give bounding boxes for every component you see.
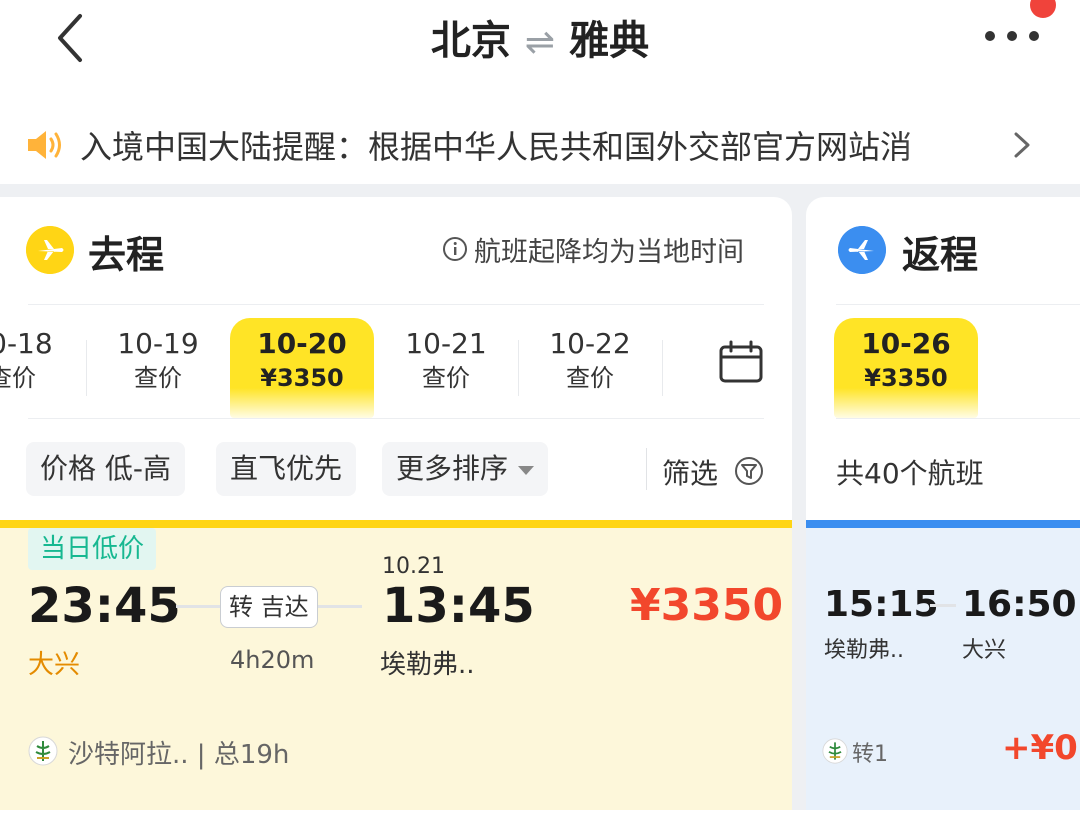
return-transfer-count: 转1 [852, 742, 888, 767]
chevron-right-icon[interactable] [1010, 128, 1034, 162]
departure-airport: 大兴 [28, 650, 81, 680]
return-plane-icon [838, 226, 886, 274]
date-price: 查价 [0, 364, 36, 392]
date-tab[interactable]: 10-19 查价 [86, 318, 230, 418]
divider [28, 304, 764, 305]
return-date-tab-selected[interactable]: 10-26 ¥3350 [834, 318, 978, 418]
divider [28, 418, 764, 419]
return-title: 返程 [902, 233, 979, 277]
date-price: ¥3350 [864, 364, 948, 392]
divider [662, 340, 663, 396]
date-label: 10-19 [117, 327, 199, 360]
filter-icon[interactable] [734, 456, 764, 486]
date-label: 10-21 [405, 327, 487, 360]
destination-city: 雅典 [569, 18, 650, 64]
direct-first-button[interactable]: 直飞优先 [216, 442, 357, 496]
airline-info: 沙特阿拉.. | 总19h [68, 740, 290, 770]
date-price: ¥3350 [260, 364, 344, 392]
date-label: 10-18 [0, 327, 53, 360]
origin-city: 北京 [430, 18, 511, 64]
date-price: 查价 [134, 364, 182, 392]
flight-price: ¥3350 [630, 580, 784, 631]
filter-button[interactable]: 筛选 [662, 452, 718, 492]
outbound-title: 去程 [88, 233, 165, 277]
notice-text: 入境中国大陆提醒：根据中华人民共和国外交部官方网站消 [80, 128, 913, 166]
route-line [930, 604, 956, 607]
arrival-date: 10.21 [382, 554, 445, 579]
calendar-icon[interactable] [718, 340, 764, 384]
airline-logo-icon [822, 738, 848, 764]
more-sort-label: 更多排序 [396, 452, 509, 485]
return-arrival-time: 16:50 [962, 584, 1077, 625]
date-label: 10-20 [257, 327, 347, 360]
transfer-badge: 转 吉达 [220, 586, 318, 628]
low-price-tag: 当日低价 [28, 528, 157, 570]
date-label: 10-22 [549, 327, 631, 360]
date-tab[interactable]: 10-18 查价 [0, 318, 84, 418]
date-label: 10-26 [861, 327, 951, 360]
caret-down-icon [518, 465, 535, 475]
return-departure-time: 15:15 [824, 584, 939, 625]
departure-plane-icon [26, 226, 74, 274]
flight-duration: 4h20m [230, 646, 315, 674]
divider [836, 418, 1080, 419]
departure-time: 23:45 [28, 578, 181, 634]
return-add-price: +¥0 [1002, 728, 1078, 768]
local-time-note: 航班起降均为当地时间 [474, 237, 744, 268]
return-arrival-airport: 大兴 [962, 638, 1007, 663]
divider [646, 448, 647, 490]
date-price: 查价 [422, 364, 470, 392]
route-title: 北京 ⇌ 雅典 [0, 8, 1080, 66]
more-options-icon[interactable] [984, 28, 1040, 44]
airline-logo-icon [28, 736, 58, 766]
more-sort-button[interactable]: 更多排序 [382, 442, 549, 496]
date-tab[interactable]: 10-22 查价 [518, 318, 662, 418]
date-tab[interactable]: 10-21 查价 [374, 318, 518, 418]
speaker-icon [28, 131, 61, 159]
date-tab-selected[interactable]: 10-20 ¥3350 [230, 318, 374, 418]
divider [836, 304, 1080, 305]
notice-fade [900, 118, 990, 172]
arrival-airport: 埃勒弗.. [380, 650, 475, 680]
arrival-time: 13:45 [382, 578, 535, 634]
info-icon[interactable] [442, 236, 468, 262]
return-departure-airport: 埃勒弗.. [824, 638, 904, 663]
date-price: 查价 [566, 364, 614, 392]
flight-count: 共40个航班 [836, 457, 984, 490]
sort-price-button[interactable]: 价格 低-高 [26, 442, 186, 496]
swap-icon[interactable]: ⇌ [525, 22, 555, 63]
